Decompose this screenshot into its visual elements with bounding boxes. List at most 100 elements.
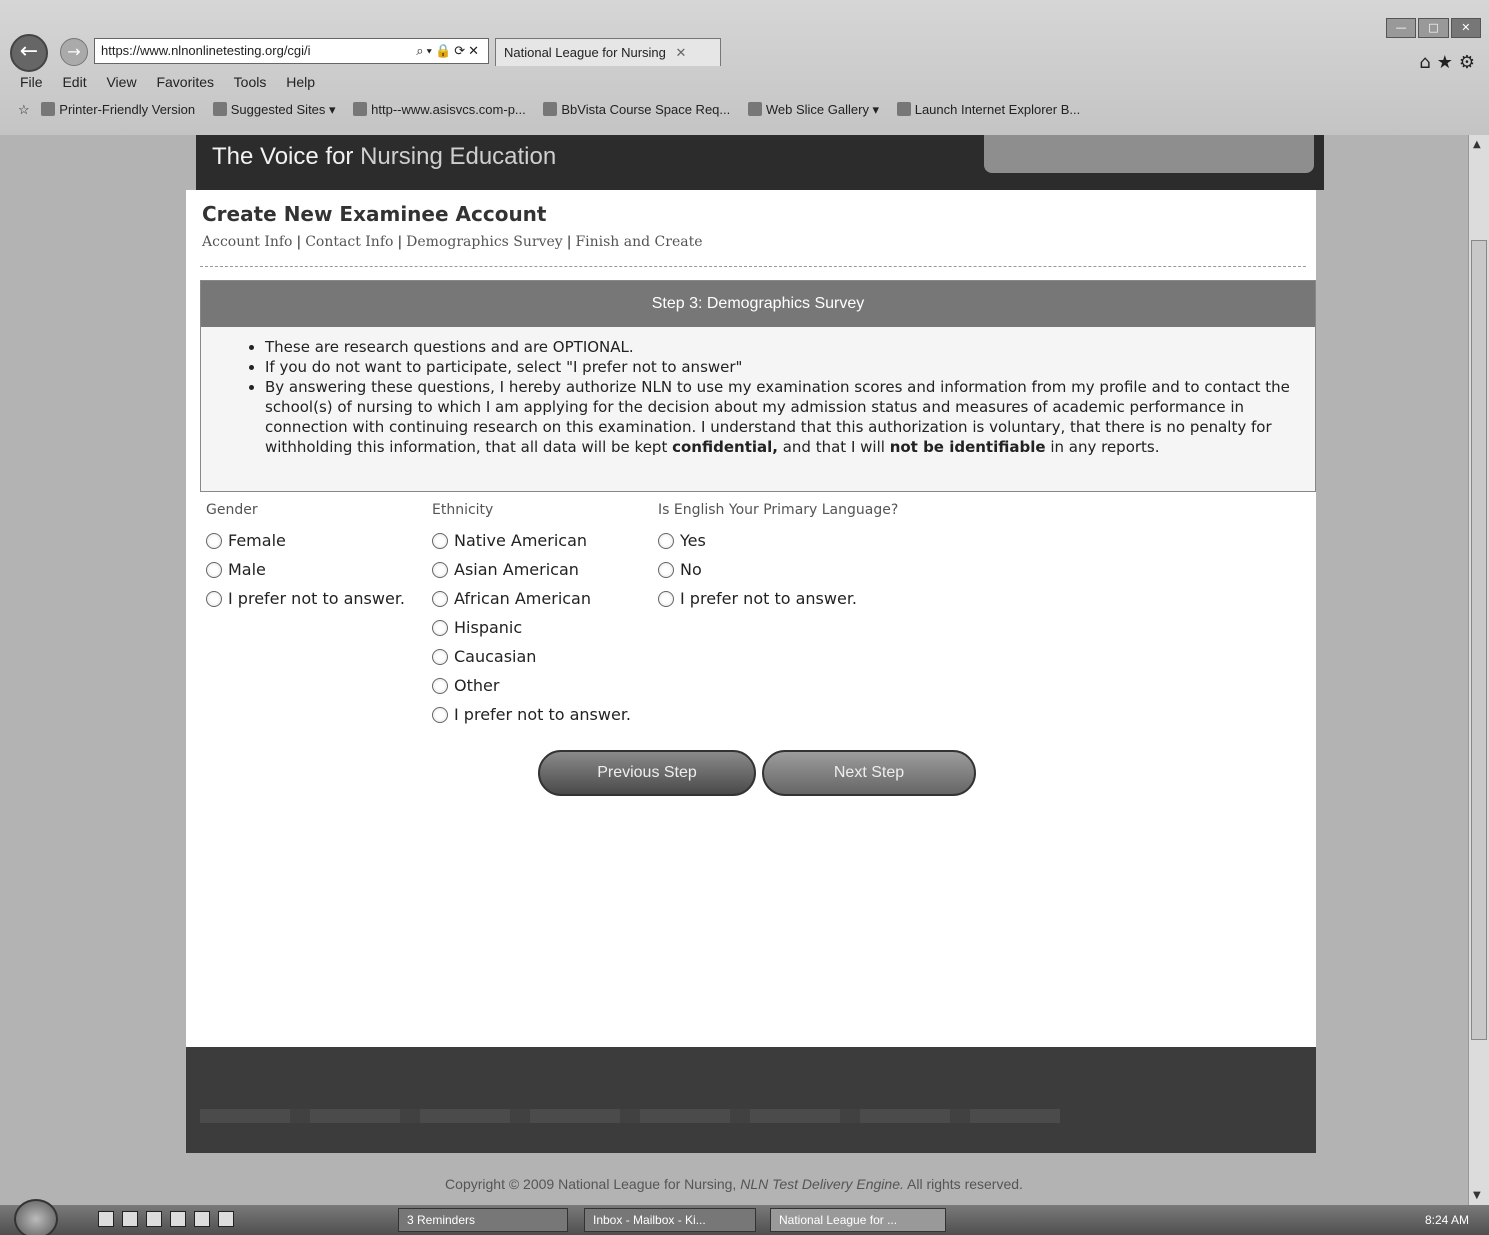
tab-title: National League for Nursing <box>504 45 666 60</box>
quick-launch-icon[interactable] <box>170 1211 186 1227</box>
taskbar: 3 Reminders Inbox - Mailbox - Ki... Nati… <box>0 1199 1489 1235</box>
radio-button[interactable] <box>206 532 222 549</box>
close-icon[interactable]: ✕ <box>1450 18 1481 38</box>
scroll-up-icon[interactable]: ▲ <box>1473 139 1481 150</box>
menu-favorites[interactable]: Favorites <box>156 74 214 90</box>
ethnicity-option-caucasian[interactable]: Caucasian <box>432 642 631 671</box>
fav-link[interactable]: Web Slice Gallery ▾ <box>747 102 880 117</box>
step-header: Step 3: Demographics Survey <box>201 281 1315 327</box>
quick-launch-icon[interactable] <box>194 1211 210 1227</box>
gender-label: Gender <box>206 502 258 518</box>
taskbar-item-inbox[interactable]: Inbox - Mailbox - Ki... <box>584 1208 756 1232</box>
fav-link[interactable]: http--www.asisvcs.com-p... <box>353 102 526 117</box>
radio-button[interactable] <box>658 590 674 607</box>
fav-label: Launch Internet Explorer B... <box>914 102 1081 117</box>
menu-view[interactable]: View <box>106 74 136 90</box>
option-label: Native American <box>454 531 588 550</box>
copyright-product: NLN Test Delivery Engine. <box>740 1176 904 1192</box>
breadcrumb-account-info[interactable]: Account Info <box>202 234 293 250</box>
radio-button[interactable] <box>206 561 222 578</box>
info-text: in any reports. <box>1045 438 1160 456</box>
radio-button[interactable] <box>432 561 448 578</box>
radio-button[interactable] <box>206 590 222 607</box>
site-footer <box>186 1047 1316 1153</box>
quick-launch-icon[interactable] <box>122 1211 138 1227</box>
info-list: These are research questions and are OPT… <box>265 337 1305 457</box>
quick-launch-icon[interactable] <box>98 1211 114 1227</box>
page-icon <box>41 102 56 116</box>
tagline-part-a: The Voice for <box>212 143 354 170</box>
radio-button[interactable] <box>658 561 674 578</box>
fav-label: http--www.asisvcs.com-p... <box>371 102 526 117</box>
english-option-prefer-not[interactable]: I prefer not to answer. <box>658 584 898 613</box>
maximize-icon[interactable]: □ <box>1418 18 1449 38</box>
breadcrumb-demographics-survey[interactable]: Demographics Survey <box>406 234 563 250</box>
menu-tools[interactable]: Tools <box>234 74 267 90</box>
minimize-icon[interactable]: — <box>1386 18 1417 38</box>
copyright: Copyright © 2009 National League for Nur… <box>0 1176 1468 1192</box>
info-emphasis-not-identifiable: not be identifiable <box>889 438 1046 456</box>
radio-button[interactable] <box>432 590 448 607</box>
gender-option-female[interactable]: Female <box>206 526 405 555</box>
info-item: By answering these questions, I hereby a… <box>265 377 1305 457</box>
address-controls-icon[interactable]: ⌕▾🔒⟳✕ <box>416 43 482 59</box>
quick-launch-icon[interactable] <box>218 1211 234 1227</box>
favorites-star-icon[interactable]: ☆ <box>18 102 30 117</box>
previous-step-button[interactable]: Previous Step <box>538 750 756 796</box>
ethnicity-option-african-american[interactable]: African American <box>432 584 631 613</box>
english-label: Is English Your Primary Language? <box>658 502 899 518</box>
link-icon <box>543 102 558 116</box>
quick-launch-icon[interactable] <box>146 1211 162 1227</box>
radio-button[interactable] <box>432 648 448 665</box>
ethnicity-option-prefer-not[interactable]: I prefer not to answer. <box>432 700 631 729</box>
start-button[interactable] <box>14 1199 58 1235</box>
scroll-down-icon[interactable]: ▼ <box>1473 1190 1481 1201</box>
radio-button[interactable] <box>432 706 448 723</box>
ethnicity-option-native-american[interactable]: Native American <box>432 526 631 555</box>
breadcrumb-finish-and-create[interactable]: Finish and Create <box>575 234 702 250</box>
fav-link[interactable]: BbVista Course Space Req... <box>543 102 730 117</box>
menu-help[interactable]: Help <box>286 74 315 90</box>
vertical-scrollbar[interactable]: ▲ ▼ <box>1468 135 1489 1205</box>
ethnicity-option-hispanic[interactable]: Hispanic <box>432 613 631 642</box>
option-label: Hispanic <box>454 618 523 637</box>
option-label: No <box>680 560 702 579</box>
gear-icon[interactable]: ⚙ <box>1459 52 1481 73</box>
fav-link[interactable]: Launch Internet Explorer B... <box>896 102 1081 117</box>
fav-label: Web Slice Gallery ▾ <box>765 102 880 117</box>
address-bar[interactable]: https://www.nlnonlinetesting.org/cgi/i ⌕… <box>94 38 489 64</box>
radio-button[interactable] <box>658 532 674 549</box>
gender-option-prefer-not[interactable]: I prefer not to answer. <box>206 584 405 613</box>
divider <box>200 266 1306 267</box>
fav-label: BbVista Course Space Req... <box>561 102 731 117</box>
ethnicity-label: Ethnicity <box>432 502 494 518</box>
radio-button[interactable] <box>432 619 448 636</box>
taskbar-item-browser[interactable]: National League for ... <box>770 1208 946 1232</box>
ethnicity-option-other[interactable]: Other <box>432 671 631 700</box>
favorites-star-icon[interactable]: ★ <box>1437 52 1459 73</box>
taskbar-item-reminders[interactable]: 3 Reminders <box>398 1208 568 1232</box>
option-label: Female <box>228 531 286 550</box>
fav-link[interactable]: Printer-Friendly Version <box>41 102 195 117</box>
page-title: Create New Examinee Account <box>202 202 547 226</box>
breadcrumb-contact-info[interactable]: Contact Info <box>305 234 393 250</box>
forward-arrow-icon[interactable]: → <box>60 38 88 66</box>
scroll-thumb[interactable] <box>1471 240 1487 1040</box>
tab-close-icon[interactable]: ✕ <box>676 45 687 60</box>
radio-button[interactable] <box>432 532 448 549</box>
radio-button[interactable] <box>432 677 448 694</box>
english-option-yes[interactable]: Yes <box>658 526 898 555</box>
gender-option-male[interactable]: Male <box>206 555 405 584</box>
ethnicity-option-asian-american[interactable]: Asian American <box>432 555 631 584</box>
copyright-text: All rights reserved. <box>903 1176 1023 1192</box>
menu-edit[interactable]: Edit <box>62 74 86 90</box>
back-arrow-icon[interactable]: ← <box>10 34 48 72</box>
home-icon[interactable]: ⌂ <box>1419 52 1436 73</box>
english-option-no[interactable]: No <box>658 555 898 584</box>
fav-link[interactable]: Suggested Sites ▾ <box>212 102 336 117</box>
next-step-button[interactable]: Next Step <box>762 750 976 796</box>
footer-links <box>200 1109 1060 1123</box>
menu-file[interactable]: File <box>20 74 43 90</box>
browser-tab[interactable]: National League for Nursing ✕ <box>495 38 721 66</box>
ie-icon <box>896 102 911 116</box>
